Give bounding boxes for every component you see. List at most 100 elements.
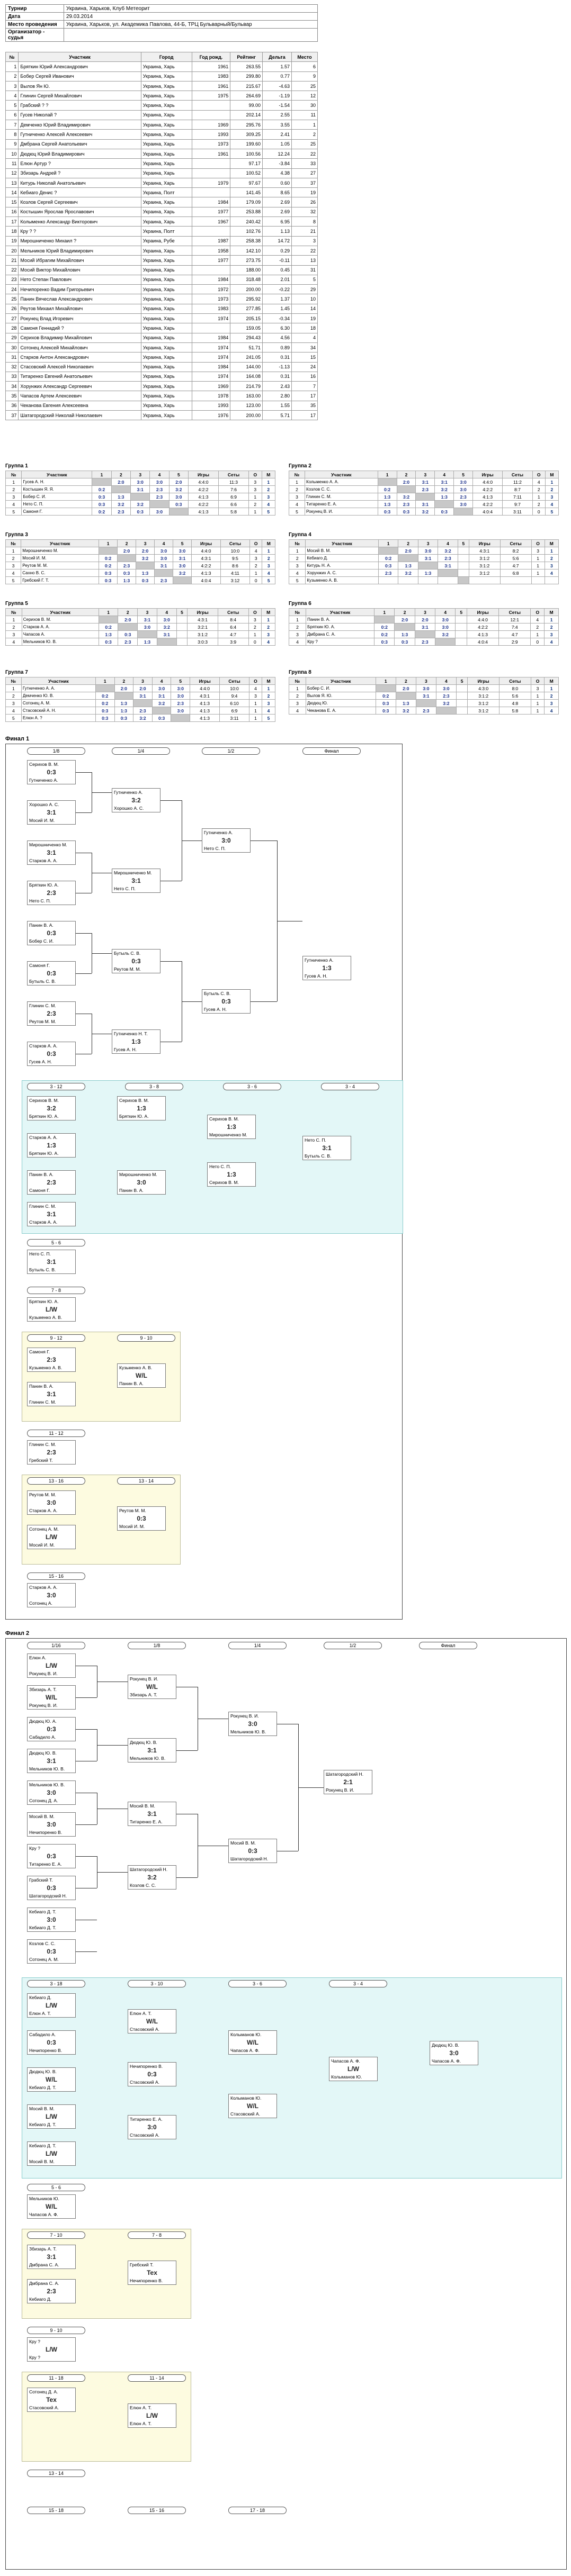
group-cell: 4:1:3: [190, 714, 220, 722]
group-cell: 3:2: [435, 630, 456, 638]
group-cell: [457, 576, 469, 584]
group-cell: 0:2: [92, 508, 112, 516]
group-cell: 5: [288, 576, 306, 584]
group-cell: 2:3: [154, 576, 174, 584]
match-score: 0:3: [47, 2039, 56, 2046]
group-cell: 2:0: [117, 547, 137, 555]
match-player-a: Кебиаго Д. Т.: [29, 2143, 57, 2148]
match-player-b: Мосий И. М.: [29, 1542, 55, 1548]
group-cell: Гребский Г. Т.: [21, 576, 100, 584]
player-cell: 8.65: [262, 187, 292, 198]
group-cell: Кузьменко А. В.: [305, 576, 379, 584]
group-cell: 1: [248, 508, 262, 516]
group-title: Группа 8: [289, 670, 311, 675]
player-cell: 22: [5, 265, 19, 275]
bracket-line: [97, 1872, 128, 1873]
group-cell: 1:3: [434, 493, 454, 501]
match-score: W/L: [146, 2018, 158, 2025]
match-score: 1:3: [227, 1123, 236, 1131]
player-cell: 1.45: [262, 303, 292, 314]
group-header-cell: М: [544, 539, 559, 547]
group-cell: [375, 684, 396, 692]
group-header-cell: О: [532, 471, 546, 478]
group-row: 1 Бобер С. И. 2:0 3:0 3:0 4:3:0 8:0 3 1: [289, 684, 559, 692]
match-box: Гребский Т. Tex Нечипоренко В.: [128, 2261, 176, 2285]
player-cell: Панин Вячеслав Александрович: [18, 294, 141, 304]
player-cell: 2.41: [262, 129, 292, 140]
player-cell: -3.84: [262, 158, 292, 169]
group-cell: [398, 554, 418, 562]
player-row: 4 Глинин Сергей Михайлович Украина, Харь 19…: [5, 91, 318, 101]
group-cell: 0:2: [377, 485, 397, 493]
group-cell: 2: [249, 562, 263, 570]
player-cell: 51.71: [230, 342, 263, 353]
players-header-cell: Город: [140, 51, 192, 62]
player-cell: 179.09: [230, 197, 263, 207]
player-cell: Гусев Николай ?: [18, 110, 141, 121]
group-cell: 2:0: [133, 684, 153, 692]
group-cell: [456, 684, 468, 692]
player-cell: 6: [5, 110, 19, 121]
match-player-a: Кебиаго Д. Т.: [29, 1909, 57, 1914]
match-player-a: Гутниченко А.: [204, 830, 233, 835]
group-cell: 0:3: [375, 707, 396, 715]
match-box: Колыманов Ю. W/L Чапасов А. Ф.: [228, 2030, 277, 2055]
match-box: Реутов М. М. 3:0 Старков А. А.: [27, 1490, 76, 1515]
group-header-cell: 3: [415, 471, 435, 478]
group-cell: 3: [5, 630, 22, 638]
group-cell: 0:3: [375, 699, 396, 707]
player-cell: 8: [5, 129, 19, 140]
group-header-cell: №: [5, 677, 22, 685]
group-cell: 3: [5, 562, 22, 570]
player-cell: 7: [291, 381, 318, 392]
group-cell: Китурь Н. А.: [305, 562, 379, 570]
player-cell: 30: [291, 100, 318, 111]
player-cell: Рокунец Влад Игоревич: [18, 313, 141, 324]
group-cell: 2:3: [171, 699, 191, 707]
match-player-a: Мирошниченко М.: [114, 870, 152, 875]
match-player-a: Мосий В. М.: [29, 1814, 55, 1819]
group-cell: 4:4:0: [472, 478, 503, 486]
player-cell: Украина, Харь: [140, 274, 192, 285]
match-box: Панин В. А. 2:3 Самоня Г.: [27, 1170, 76, 1195]
group-cell: 3:2: [395, 707, 416, 715]
group-cell: [92, 478, 112, 486]
group-cell: 10:0: [219, 684, 250, 692]
group-cell: 0:3: [374, 638, 395, 646]
match-score: L/W: [46, 1662, 57, 1669]
group-row: 3 Дюдюц Ю. 0:3 1:3 3:2 3:1:2 4:8 1 3: [289, 699, 559, 707]
group-header-cell: №: [289, 677, 306, 685]
match-player-b: Бутыль С. В.: [305, 1153, 332, 1159]
group-header-cell: 3: [417, 539, 439, 547]
group-cell: Хорунжих А. С.: [305, 569, 379, 577]
group-cell: 3:1: [434, 478, 454, 486]
match-box: Дюдюц Ю. В. 3:1 Мельников Ю. В.: [27, 1749, 76, 1773]
group-header-cell: М: [261, 677, 276, 685]
match-player-a: Дюдюц Ю. В.: [432, 2042, 459, 2048]
group-cell: 3:1: [156, 630, 177, 638]
stage-label: 1/2: [324, 1642, 382, 1649]
group-cell: [176, 616, 188, 623]
player-cell: 0.31: [262, 371, 292, 382]
group-header-cell: 1: [95, 677, 115, 685]
group-cell: 2:3: [414, 638, 436, 646]
player-cell: Бобер Сергей Иванович: [18, 71, 141, 82]
group-row: 1 Мосий В. М. 2:0 3:0 3:2 4:3:1 8:2 3 1: [288, 547, 559, 555]
match-player-b: Сотонец А. М.: [29, 1957, 59, 1962]
group-cell: 1: [531, 562, 545, 570]
player-cell: 1984: [191, 197, 231, 207]
group-cell: 3:1:2: [467, 707, 499, 715]
group-cell: 0:3: [95, 714, 115, 722]
player-cell: Нечипоренко Вадим Григорьевич: [18, 284, 141, 295]
match-score: L/W: [46, 2002, 57, 2009]
match-player-a: Колыманов Ю.: [230, 2032, 262, 2037]
group-cell: 3: [545, 493, 559, 501]
group-row: 4 Кру ? 0:3 0:3 2:3 4:0:4 2:9 0 4: [288, 638, 559, 646]
player-cell: 18: [5, 226, 19, 237]
group-header-cell: Участник: [21, 539, 100, 547]
group-cell: 1:3: [377, 500, 397, 508]
player-cell: [191, 265, 231, 275]
bracket-line: [160, 961, 182, 962]
group-header-cell: О: [249, 677, 262, 685]
stage-label: 7 - 8: [128, 2231, 186, 2239]
